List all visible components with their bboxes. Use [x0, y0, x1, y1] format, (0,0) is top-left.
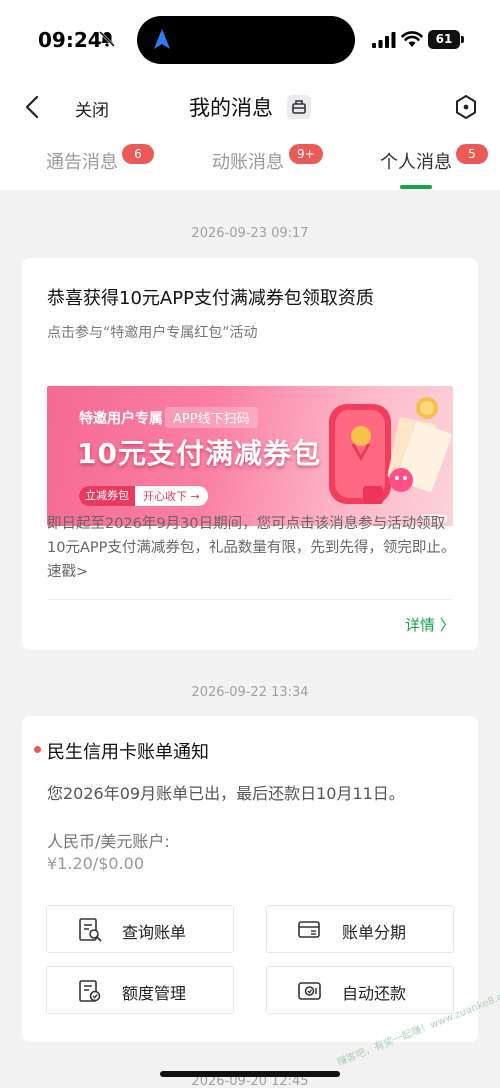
header: 关闭 我的消息 通告消息 6 动账消息 9+ 个人消息 5 — [0, 80, 500, 190]
message-timestamp: 2026-09-22 13:34 — [191, 685, 309, 700]
auto-repayment-button[interactable]: 自动还款 — [266, 966, 454, 1014]
action-label: 账单分期 — [342, 923, 407, 942]
auto-repay-icon — [298, 982, 321, 1000]
limit-manage-icon — [79, 980, 101, 1002]
banner-tag: 特邀用户专属 — [79, 411, 163, 427]
battery-icon: 61 — [428, 30, 460, 49]
navigation-arrow-icon — [154, 29, 170, 49]
banner-cta-label: 开心收下 → — [143, 490, 200, 503]
message-title: 恭喜获得10元APP支付满减券包领取资质 — [47, 288, 374, 309]
action-label: 额度管理 — [122, 984, 187, 1003]
message-body: 您2026年09月账单已出，最后还款日10月11日。 — [47, 784, 405, 803]
account-balance: ¥1.20/$0.00 — [47, 854, 144, 873]
account-label: 人民币/美元账户: — [47, 832, 170, 851]
cellular-signal-icon — [372, 32, 396, 48]
action-label: 自动还款 — [342, 984, 407, 1003]
wifi-icon — [401, 31, 423, 47]
back-arrow-icon[interactable] — [20, 92, 46, 122]
card-divider — [47, 599, 453, 600]
details-link[interactable]: 详情 〉 — [405, 614, 455, 635]
unread-badge: 9+ — [289, 144, 323, 164]
tab-label: 个人消息 — [380, 152, 452, 173]
bill-search-icon — [79, 918, 102, 942]
limit-management-button[interactable]: 额度管理 — [46, 966, 234, 1014]
chevron-right-icon: 〉 — [439, 616, 455, 634]
details-label: 详情 — [405, 616, 436, 634]
bell-muted-icon — [99, 31, 115, 47]
unread-badge: 5 — [456, 144, 488, 164]
action-label: 查询账单 — [122, 923, 187, 942]
bill-installment-button[interactable]: 账单分期 — [266, 905, 454, 953]
card-installment-icon — [298, 921, 320, 938]
close-button[interactable]: 关闭 — [75, 96, 109, 121]
tab-transactions[interactable]: 动账消息 9+ — [212, 144, 323, 174]
bill-message-card[interactable]: 民生信用卡账单通知 您2026年09月账单已出，最后还款日10月11日。 人民币… — [22, 716, 478, 1042]
inbox-icon — [287, 95, 311, 119]
battery-cap — [461, 36, 464, 43]
message-body: 即日起至2026年9月30日期间，您可点击该消息参与活动领取10元APP支付满减… — [47, 516, 456, 580]
message-timestamp: 2026-09-23 09:17 — [191, 226, 309, 241]
promo-message-card[interactable]: 恭喜获得10元APP支付满减券包领取资质 点击参与“特邀用户专属红包”活动 特邀… — [22, 258, 478, 650]
hexagon-menu-icon[interactable] — [453, 93, 479, 121]
status-bar: 09:24 61 — [0, 0, 500, 80]
red-envelope-illustration — [329, 397, 452, 523]
query-bill-button[interactable]: 查询账单 — [46, 905, 234, 953]
tab-announcements[interactable]: 通告消息 6 — [46, 144, 154, 174]
message-subtitle: 点击参与“特邀用户专属红包”活动 — [47, 325, 258, 341]
unread-dot — [34, 746, 41, 753]
unread-badge: 6 — [122, 144, 154, 164]
home-indicator[interactable] — [160, 1071, 340, 1077]
dynamic-island — [137, 16, 355, 64]
status-time: 09:24 — [38, 28, 102, 52]
message-title: 民生信用卡账单通知 — [47, 742, 209, 763]
tab-personal[interactable]: 个人消息 5 — [380, 144, 488, 174]
banner-chip: APP线下扫码 — [165, 407, 258, 428]
tab-label: 动账消息 — [212, 152, 284, 173]
banner-cta-tag: 立减券包 — [79, 486, 135, 506]
page-title: 我的消息 — [189, 96, 273, 120]
active-tab-indicator — [400, 185, 432, 189]
tab-label: 通告消息 — [46, 152, 118, 173]
banner-headline: 10元支付满减券包 — [77, 437, 321, 470]
banner-cta[interactable]: 立减券包 开心收下 → — [79, 486, 208, 506]
promo-banner[interactable]: 特邀用户专属 APP线下扫码 10元支付满减券包 立减券包 开心收下 → — [47, 386, 453, 526]
